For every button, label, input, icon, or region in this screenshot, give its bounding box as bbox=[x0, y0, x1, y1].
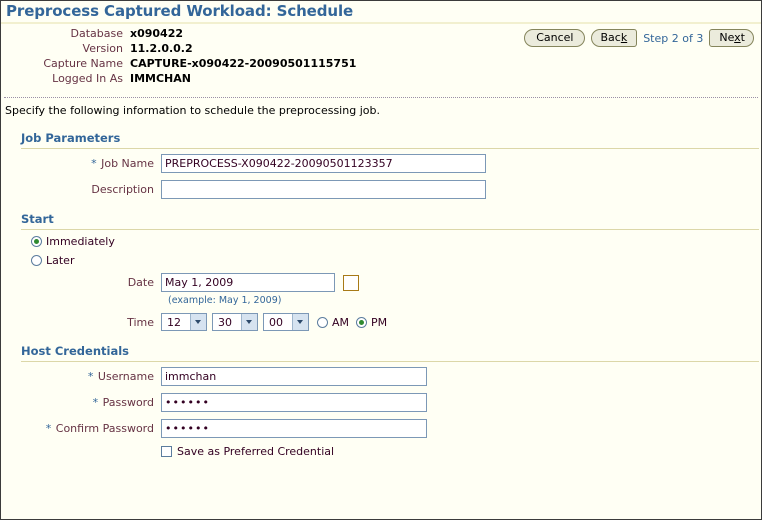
chevron-down-icon[interactable] bbox=[292, 314, 308, 330]
next-button[interactable]: Next bbox=[709, 29, 754, 47]
date-input[interactable] bbox=[161, 273, 335, 292]
required-asterisk: * bbox=[92, 396, 99, 409]
back-button[interactable]: Back bbox=[591, 29, 638, 47]
time-second-select[interactable]: 00 bbox=[263, 313, 309, 331]
context-info-table: Database x090422 Version 11.2.0.0.2 Capt… bbox=[1, 27, 356, 87]
radio-pm-label: PM bbox=[371, 315, 388, 329]
username-label: Username bbox=[97, 370, 154, 383]
required-asterisk: * bbox=[45, 422, 52, 435]
description-input[interactable] bbox=[161, 180, 486, 199]
radio-am-control[interactable] bbox=[317, 316, 328, 328]
radio-later[interactable]: Later bbox=[1, 254, 761, 267]
instruction-text: Specify the following information to sch… bbox=[5, 104, 380, 117]
host-credentials-header: Host Credentials bbox=[1, 344, 761, 360]
date-row: Date bbox=[1, 273, 761, 292]
time-minute-value: 30 bbox=[218, 316, 232, 329]
required-asterisk: * bbox=[87, 370, 94, 383]
radio-later-control[interactable] bbox=[31, 255, 42, 266]
confirm-password-input[interactable] bbox=[161, 419, 427, 438]
database-label: Database bbox=[70, 27, 124, 40]
host-credentials-title: Host Credentials bbox=[21, 344, 129, 358]
radio-later-label: Later bbox=[46, 254, 75, 267]
capture-name-label: Capture Name bbox=[43, 57, 123, 70]
header-region: Database x090422 Version 11.2.0.0.2 Capt… bbox=[1, 24, 761, 95]
logged-in-as-value: IMMCHAN bbox=[130, 72, 191, 85]
chevron-down-icon[interactable] bbox=[190, 314, 206, 330]
radio-am-label: AM bbox=[332, 315, 350, 329]
table-row: Version 11.2.0.0.2 bbox=[1, 42, 356, 57]
description-label: Description bbox=[91, 183, 154, 196]
save-preferred-label: Save as Preferred Credential bbox=[177, 445, 335, 458]
description-label-cell: Description bbox=[1, 183, 161, 196]
time-row: Time 12 30 00 AM PM bbox=[1, 313, 761, 331]
time-label: Time bbox=[127, 315, 154, 329]
password-input[interactable] bbox=[161, 393, 427, 412]
cancel-button[interactable]: Cancel bbox=[524, 29, 586, 47]
time-hour-value: 12 bbox=[167, 316, 181, 329]
next-label-tail: t bbox=[740, 31, 745, 44]
time-controls: 12 30 00 AM PM bbox=[161, 313, 394, 331]
time-minute-select[interactable]: 30 bbox=[212, 313, 258, 331]
radio-pm-control[interactable] bbox=[356, 316, 368, 328]
job-parameters-title: Job Parameters bbox=[21, 131, 121, 145]
wizard-button-bar: Cancel Back Step 2 of 3 Next bbox=[524, 29, 754, 47]
host-credentials-body: * Username * Password * Confirm Password… bbox=[1, 362, 761, 458]
ampm-group: AM PM bbox=[317, 316, 394, 329]
page-container: Preprocess Captured Workload: Schedule D… bbox=[0, 0, 762, 520]
table-row: Logged In As IMMCHAN bbox=[1, 72, 356, 87]
password-label-cell: * Password bbox=[1, 396, 161, 409]
section-job-parameters: Job Parameters * Job Name Description bbox=[1, 131, 761, 199]
time-label-cell: Time bbox=[1, 316, 161, 329]
table-row: Database x090422 bbox=[1, 27, 356, 42]
job-name-label-cell: * Job Name bbox=[1, 157, 161, 170]
description-row: Description bbox=[1, 180, 761, 199]
confirm-password-row: * Confirm Password bbox=[1, 419, 761, 438]
next-label-head: Ne bbox=[719, 31, 735, 44]
time-second-value: 00 bbox=[269, 316, 283, 329]
logged-in-as-label: Logged In As bbox=[52, 72, 123, 85]
job-parameters-body: * Job Name Description bbox=[1, 149, 761, 199]
radio-immediately-label: Immediately bbox=[46, 235, 115, 248]
database-value: x090422 bbox=[130, 27, 184, 40]
title-bar: Preprocess Captured Workload: Schedule bbox=[1, 1, 761, 24]
step-indicator: Step 2 of 3 bbox=[643, 31, 704, 45]
username-input[interactable] bbox=[161, 367, 427, 386]
back-accel-letter: k bbox=[620, 31, 628, 44]
radio-immediately-control[interactable] bbox=[31, 236, 42, 247]
section-host-credentials: Host Credentials * Username * Password *… bbox=[1, 344, 761, 458]
job-parameters-header: Job Parameters bbox=[1, 131, 761, 147]
save-preferred-checkbox[interactable] bbox=[161, 446, 172, 457]
username-label-cell: * Username bbox=[1, 370, 161, 383]
job-name-label: Job Name bbox=[101, 157, 154, 170]
start-body: Immediately Later Date (example: May 1, … bbox=[1, 230, 761, 331]
save-preferred-row: Save as Preferred Credential bbox=[1, 445, 761, 458]
job-name-row: * Job Name bbox=[1, 154, 761, 173]
start-title: Start bbox=[21, 212, 54, 226]
page-title: Preprocess Captured Workload: Schedule bbox=[6, 2, 354, 20]
confirm-password-label: Confirm Password bbox=[55, 422, 154, 435]
calendar-icon[interactable] bbox=[343, 274, 359, 291]
job-name-input[interactable] bbox=[161, 154, 486, 173]
required-asterisk: * bbox=[91, 157, 97, 170]
date-label: Date bbox=[127, 276, 154, 289]
password-row: * Password bbox=[1, 393, 761, 412]
confirm-password-label-cell: * Confirm Password bbox=[1, 422, 161, 435]
start-header: Start bbox=[1, 212, 761, 228]
table-row: Capture Name CAPTURE-x090422-20090501115… bbox=[1, 57, 356, 72]
version-label: Version bbox=[82, 42, 123, 55]
chevron-down-icon[interactable] bbox=[241, 314, 257, 330]
username-row: * Username bbox=[1, 367, 761, 386]
capture-name-value: CAPTURE-x090422-20090501115751 bbox=[130, 57, 357, 70]
version-value: 11.2.0.0.2 bbox=[130, 42, 193, 55]
section-start: Start Immediately Later Date (example: M… bbox=[1, 212, 761, 331]
password-label: Password bbox=[102, 396, 154, 409]
time-hour-select[interactable]: 12 bbox=[161, 313, 207, 331]
radio-immediately[interactable]: Immediately bbox=[1, 235, 761, 248]
date-label-cell: Date bbox=[1, 276, 161, 289]
date-hint: (example: May 1, 2009) bbox=[168, 295, 282, 306]
